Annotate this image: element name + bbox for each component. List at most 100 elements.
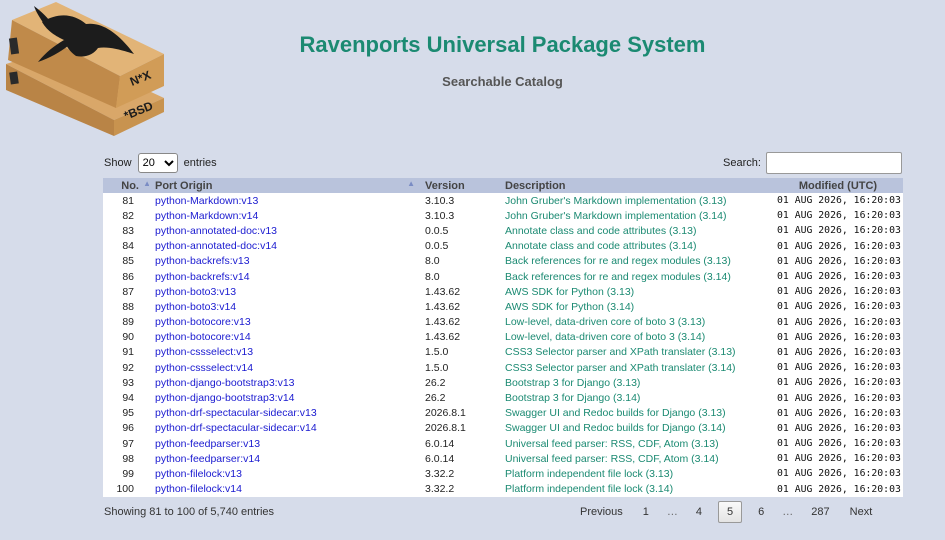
- port-origin-link[interactable]: python-drf-spectacular-sidecar:v14: [149, 420, 421, 436]
- row-number: 94: [103, 390, 149, 406]
- col-header-no[interactable]: No. ▲: [103, 178, 151, 193]
- version-cell: 0.0.5: [425, 224, 449, 237]
- modified-cell: 01 AUG 2026, 16:20:03: [773, 420, 903, 436]
- page-button-4[interactable]: 4: [686, 501, 712, 523]
- description-cell: Swagger UI and Redoc builds for Django (…: [501, 420, 773, 436]
- table-header-row: No. ▲ Port Origin ▲ Version Description Mo…: [103, 178, 903, 193]
- port-origin-link[interactable]: python-cssselect:v13: [149, 345, 421, 360]
- version-cell: 1.5.0: [425, 346, 449, 359]
- version-cell: 8.0: [425, 255, 440, 268]
- row-number: 99: [122, 467, 134, 480]
- description-cell: Low-level, data-driven core of boto 3 (3…: [501, 329, 773, 345]
- description-cell: AWS SDK for Python (3.13): [505, 285, 635, 298]
- version-cell: 1.43.62: [425, 285, 461, 298]
- table-row: 90 python-botocore:v14 1.43.62 Low-level, d…: [103, 329, 903, 345]
- description-cell: John Gruber's Markdown implementation (3…: [501, 208, 773, 224]
- port-origin-link[interactable]: python-boto3:v13: [149, 284, 421, 299]
- row-number: 89: [122, 316, 134, 329]
- description-cell: Bootstrap 3 for Django (3.13): [505, 376, 641, 389]
- catalog-table: No. ▲ Port Origin ▲ Version Description Mo…: [103, 178, 903, 497]
- col-header-description[interactable]: Description: [501, 178, 773, 193]
- port-origin-link[interactable]: python-feedparser:v13: [149, 436, 421, 451]
- description-cell: CSS3 Selector parser and XPath translate…: [501, 360, 773, 376]
- port-origin-link[interactable]: python-django-bootstrap3:v13: [149, 375, 421, 390]
- modified-cell: 01 AUG 2026, 16:20:03: [777, 316, 901, 328]
- page-button-287[interactable]: 287: [801, 501, 839, 523]
- table-row: 83 python-annotated-doc:v13 0.0.5 Annotate …: [103, 223, 903, 238]
- description-cell: AWS SDK for Python (3.14): [501, 299, 773, 315]
- row-number: 92: [103, 360, 149, 376]
- page-button-6[interactable]: 6: [748, 501, 774, 523]
- show-label: Show: [104, 157, 132, 169]
- port-origin-link[interactable]: python-drf-spectacular-sidecar:v13: [149, 406, 421, 421]
- port-origin-link[interactable]: python-annotated-doc:v13: [149, 223, 421, 238]
- modified-cell: 01 AUG 2026, 16:20:03: [773, 481, 903, 497]
- page-size-select[interactable]: 20: [137, 153, 178, 173]
- row-number: 86: [103, 268, 149, 285]
- port-origin-link[interactable]: python-cssselect:v14: [149, 360, 421, 376]
- table-row: 93 python-django-bootstrap3:v13 26.2 Bootst…: [103, 375, 903, 390]
- table-row: 86 python-backrefs:v14 8.0 Back references …: [103, 268, 903, 285]
- table-row: 92 python-cssselect:v14 1.5.0 CSS3 Selector…: [103, 360, 903, 376]
- port-origin-link[interactable]: python-filelock:v14: [149, 481, 421, 497]
- port-origin-link[interactable]: python-botocore:v13: [149, 315, 421, 330]
- page-button-5-current[interactable]: 5: [718, 501, 743, 523]
- version-cell: 2026.8.1: [425, 407, 466, 420]
- description-cell: Platform independent file lock (3.14): [501, 481, 773, 497]
- table-row: 85 python-backrefs:v13 8.0 Back references …: [103, 254, 903, 269]
- modified-cell: 01 AUG 2026, 16:20:03: [777, 468, 901, 480]
- modified-cell: 01 AUG 2026, 16:20:03: [777, 195, 901, 207]
- table-row: 99 python-filelock:v13 3.32.2 Platform inde…: [103, 466, 903, 481]
- description-cell: Bootstrap 3 for Django (3.14): [501, 390, 773, 406]
- ravenports-logo: N*X *BSD: [4, 2, 166, 136]
- version-cell: 3.32.2: [421, 481, 501, 497]
- port-origin-link[interactable]: python-backrefs:v14: [149, 268, 421, 285]
- description-cell: Platform independent file lock (3.13): [505, 467, 674, 480]
- description-cell: CSS3 Selector parser and XPath translate…: [505, 346, 736, 359]
- version-cell: 26.2: [421, 390, 501, 406]
- table-row: 97 python-feedparser:v13 6.0.14 Universal f…: [103, 436, 903, 451]
- pagination: Previous 1 … 4 5 6 … 287 Next: [570, 501, 882, 523]
- table-row: 91 python-cssselect:v13 1.5.0 CSS3 Selector…: [103, 345, 903, 360]
- previous-button[interactable]: Previous: [570, 501, 633, 523]
- pagination-ellipsis: …: [666, 506, 678, 518]
- port-origin-link[interactable]: python-botocore:v14: [149, 329, 421, 345]
- version-cell: 26.2: [425, 376, 446, 389]
- pagination-ellipsis: …: [782, 506, 794, 518]
- row-number: 97: [122, 437, 134, 450]
- port-origin-link[interactable]: python-Markdown:v13: [149, 193, 421, 208]
- modified-cell: 01 AUG 2026, 16:20:03: [777, 255, 901, 267]
- next-button[interactable]: Next: [840, 501, 883, 523]
- search-input[interactable]: [766, 152, 902, 174]
- table-row: 88 python-boto3:v14 1.43.62 AWS SDK for Pyt…: [103, 299, 903, 315]
- modified-cell: 01 AUG 2026, 16:20:03: [777, 286, 901, 298]
- port-origin-link[interactable]: python-feedparser:v14: [149, 451, 421, 467]
- version-cell: 2026.8.1: [421, 420, 501, 436]
- row-number: 85: [122, 255, 134, 268]
- modified-cell: 01 AUG 2026, 16:20:03: [773, 451, 903, 467]
- col-header-version[interactable]: Version: [421, 178, 501, 193]
- col-header-modified[interactable]: Modified (UTC): [773, 178, 903, 193]
- port-origin-link[interactable]: python-filelock:v13: [149, 466, 421, 481]
- entries-label: entries: [183, 157, 217, 169]
- row-number: 100: [103, 481, 149, 497]
- col-header-port-origin[interactable]: Port Origin ▲: [149, 178, 421, 193]
- row-number: 93: [122, 376, 134, 389]
- page-button-1[interactable]: 1: [633, 501, 659, 523]
- row-number: 90: [103, 329, 149, 345]
- description-cell: Swagger UI and Redoc builds for Django (…: [505, 407, 726, 420]
- port-origin-link[interactable]: python-Markdown:v14: [149, 208, 421, 224]
- table-row: 81 python-Markdown:v13 3.10.3 John Gruber's…: [103, 193, 903, 208]
- row-number: 91: [122, 346, 134, 359]
- modified-cell: 01 AUG 2026, 16:20:03: [773, 360, 903, 376]
- version-cell: 1.5.0: [421, 360, 501, 376]
- version-cell: 1.43.62: [421, 329, 501, 345]
- modified-cell: 01 AUG 2026, 16:20:03: [773, 299, 903, 315]
- port-origin-link[interactable]: python-boto3:v14: [149, 299, 421, 315]
- port-origin-link[interactable]: python-annotated-doc:v14: [149, 238, 421, 254]
- table-row: 89 python-botocore:v13 1.43.62 Low-level, d…: [103, 315, 903, 330]
- port-origin-link[interactable]: python-django-bootstrap3:v14: [149, 390, 421, 406]
- row-number: 81: [122, 194, 134, 207]
- table-row: 87 python-boto3:v13 1.43.62 AWS SDK for Pyt…: [103, 284, 903, 299]
- port-origin-link[interactable]: python-backrefs:v13: [149, 254, 421, 269]
